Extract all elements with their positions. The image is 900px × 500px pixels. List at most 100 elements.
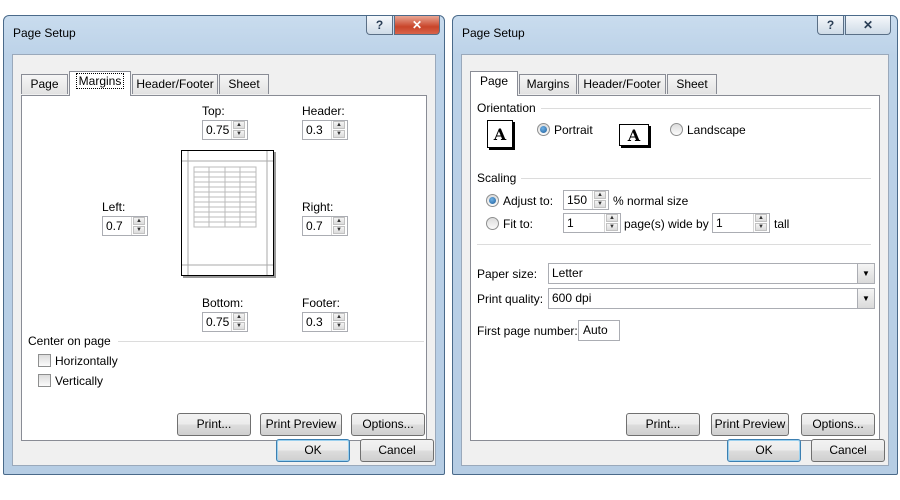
header-margin-spinner[interactable]: 0.3 ▲ ▼ (302, 120, 348, 140)
vertically-checkbox[interactable] (38, 374, 51, 387)
header-margin-value[interactable]: 0.3 (306, 123, 323, 137)
spin-down-icon[interactable]: ▼ (133, 226, 145, 234)
portrait-glyph-letter: A (493, 125, 507, 144)
tab-sheet-label: Sheet (228, 77, 260, 91)
tab-page[interactable]: Page (21, 74, 68, 94)
dialog-client-area: Page Margins Header/Footer Sheet Top: 0.… (12, 54, 436, 466)
tab-header-footer[interactable]: Header/Footer (578, 74, 666, 94)
spin-up-icon[interactable]: ▲ (333, 121, 345, 129)
spin-down-icon[interactable]: ▼ (333, 322, 345, 330)
first-page-number-input[interactable]: Auto (578, 320, 620, 341)
spin-up-icon[interactable]: ▲ (233, 121, 245, 129)
help-button[interactable]: ? (366, 16, 393, 35)
tab-page-label: Page (479, 74, 509, 88)
spin-down-icon[interactable]: ▼ (233, 130, 245, 138)
ok-button[interactable]: OK (727, 439, 801, 462)
top-margin-spinner[interactable]: 0.75 ▲ ▼ (202, 120, 248, 140)
normal-size-label: % normal size (613, 194, 689, 208)
print-quality-value: 600 dpi (552, 291, 592, 305)
landscape-glyph-letter: A (627, 126, 641, 145)
header-label: Header: (302, 104, 345, 118)
spin-down-icon[interactable]: ▼ (594, 200, 606, 208)
spin-up-icon[interactable]: ▲ (755, 214, 767, 222)
tab-sheet[interactable]: Sheet (667, 74, 717, 94)
adjust-to-label[interactable]: Adjust to: (503, 194, 553, 208)
help-button[interactable]: ? (817, 16, 844, 35)
help-icon: ? (826, 18, 835, 32)
close-button[interactable]: ✕ (394, 16, 440, 35)
horizontally-label[interactable]: Horizontally (55, 354, 118, 368)
print-button[interactable]: Print... (177, 413, 251, 436)
ok-button[interactable]: OK (276, 439, 350, 462)
close-icon: ✕ (862, 18, 874, 32)
top-margin-value[interactable]: 0.75 (206, 123, 229, 137)
tab-sheet-label: Sheet (676, 77, 708, 91)
spin-up-icon[interactable]: ▲ (594, 191, 606, 199)
print-quality-select[interactable]: 600 dpi ▼ (548, 288, 875, 309)
options-button[interactable]: Options... (351, 413, 425, 436)
spin-down-icon[interactable]: ▼ (333, 130, 345, 138)
print-preview-button[interactable]: Print Preview (711, 413, 789, 436)
help-icon: ? (375, 18, 384, 32)
close-button[interactable]: ✕ (845, 16, 891, 35)
spin-down-icon[interactable]: ▼ (606, 223, 618, 231)
bottom-margin-value[interactable]: 0.75 (206, 315, 229, 329)
landscape-page-icon: A (619, 124, 649, 146)
landscape-label[interactable]: Landscape (687, 123, 746, 137)
print-quality-label: Print quality: (477, 292, 544, 306)
chevron-down-icon[interactable]: ▼ (857, 289, 874, 308)
portrait-page-icon: A (487, 120, 513, 148)
horizontally-checkbox[interactable] (38, 354, 51, 367)
margins-tab-panel: Top: 0.75 ▲ ▼ Header: 0.3 ▲ ▼ Left: 0.7 … (21, 95, 427, 441)
spin-down-icon[interactable]: ▼ (333, 226, 345, 234)
scaling-label: Scaling (477, 171, 517, 185)
close-icon: ✕ (411, 18, 423, 32)
options-button[interactable]: Options... (801, 413, 875, 436)
left-margin-spinner[interactable]: 0.7 ▲ ▼ (102, 216, 148, 236)
chevron-down-icon[interactable]: ▼ (857, 264, 874, 283)
cancel-button[interactable]: Cancel (360, 439, 434, 462)
print-preview-button[interactable]: Print Preview (260, 413, 342, 436)
spin-up-icon[interactable]: ▲ (333, 217, 345, 225)
cancel-button[interactable]: Cancel (811, 439, 885, 462)
left-margin-value[interactable]: 0.7 (106, 219, 123, 233)
landscape-radio[interactable] (670, 123, 683, 136)
title-bar[interactable]: Page Setup ? ✕ (4, 16, 444, 46)
adjust-to-value[interactable]: 150 (567, 193, 587, 207)
spin-up-icon[interactable]: ▲ (606, 214, 618, 222)
bottom-label: Bottom: (202, 296, 244, 310)
spin-down-icon[interactable]: ▼ (755, 223, 767, 231)
right-margin-value[interactable]: 0.7 (306, 219, 323, 233)
tab-page[interactable]: Page (470, 71, 518, 96)
footer-margin-spinner[interactable]: 0.3 ▲ ▼ (302, 312, 348, 332)
fit-tall-value[interactable]: 1 (716, 216, 723, 230)
tab-sheet[interactable]: Sheet (219, 74, 269, 94)
spin-up-icon[interactable]: ▲ (133, 217, 145, 225)
right-margin-spinner[interactable]: 0.7 ▲ ▼ (302, 216, 348, 236)
adjust-to-radio[interactable] (486, 194, 499, 207)
tab-header-footer-label: Header/Footer (136, 77, 214, 91)
footer-margin-value[interactable]: 0.3 (306, 315, 323, 329)
vertically-label[interactable]: Vertically (55, 374, 103, 388)
portrait-radio[interactable] (537, 123, 550, 136)
dialog-client-area: Page Margins Header/Footer Sheet Orienta… (461, 54, 889, 466)
tab-margins[interactable]: Margins (69, 71, 131, 96)
fit-to-radio[interactable] (486, 217, 499, 230)
spin-down-icon[interactable]: ▼ (233, 322, 245, 330)
portrait-label[interactable]: Portrait (554, 123, 593, 137)
section-separator (477, 244, 871, 245)
paper-size-select[interactable]: Letter ▼ (548, 263, 875, 284)
spin-up-icon[interactable]: ▲ (233, 313, 245, 321)
spin-up-icon[interactable]: ▲ (333, 313, 345, 321)
tab-header-footer[interactable]: Header/Footer (132, 74, 218, 94)
fit-wide-value[interactable]: 1 (567, 216, 574, 230)
fit-to-label[interactable]: Fit to: (503, 217, 533, 231)
fit-wide-spinner[interactable]: 1 ▲ ▼ (563, 213, 621, 233)
bottom-margin-spinner[interactable]: 0.75 ▲ ▼ (202, 312, 248, 332)
fit-tall-spinner[interactable]: 1 ▲ ▼ (712, 213, 770, 233)
title-bar[interactable]: Page Setup ? ✕ (453, 16, 897, 46)
print-button[interactable]: Print... (626, 413, 700, 436)
adjust-to-spinner[interactable]: 150 ▲ ▼ (563, 190, 609, 210)
tab-margins[interactable]: Margins (519, 74, 577, 94)
page-preview-graphic (182, 151, 273, 275)
